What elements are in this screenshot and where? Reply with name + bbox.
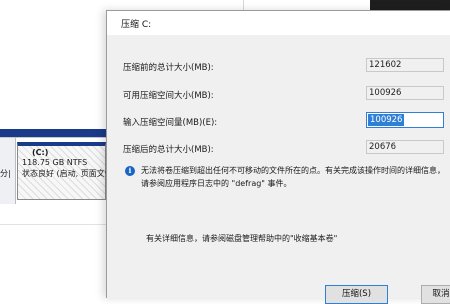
- partition-size: 118.75 GB NTFS: [22, 158, 88, 167]
- disk-row: 分| (C:) 118.75 GB NTFS 状态良好 (启动, 页面文件: [0, 137, 108, 205]
- disk-map-header: [0, 129, 106, 137]
- shrink-dialog: 压缩 C: 压缩前的总计大小(MB): 121602 可用压缩空间大小(MB):…: [106, 10, 450, 304]
- dialog-title: 压缩 C:: [121, 20, 152, 30]
- shrink-amount-input[interactable]: 100926: [366, 112, 444, 128]
- partition-name: (C:): [32, 148, 49, 157]
- available-space-label: 可用压缩空间大小(MB):: [123, 91, 214, 101]
- total-before-label: 压缩前的总计大小(MB):: [123, 63, 214, 73]
- cancel-button[interactable]: 取消: [421, 285, 450, 304]
- available-space-value: 100926: [366, 86, 444, 100]
- total-after-value: 20676: [366, 140, 444, 154]
- shrink-button[interactable]: 压缩(S): [325, 285, 388, 304]
- total-before-value: 121602: [366, 58, 444, 72]
- disk-map-empty-area: [0, 204, 106, 298]
- disk-label-box[interactable]: 分|: [0, 138, 16, 204]
- dialog-title-bar[interactable]: 压缩 C:: [107, 11, 450, 35]
- shrink-amount-label: 输入压缩空间量(MB)(E):: [123, 118, 218, 128]
- partition-status: 状态良好 (启动, 页面文件: [22, 169, 108, 178]
- shrink-amount-value: 100926: [368, 114, 405, 126]
- disk-label: 分|: [0, 169, 11, 178]
- total-after-label: 压缩后的总计大小(MB):: [123, 145, 214, 155]
- info-message: 无法将卷压缩到超出任何不可移动的文件所在的点。有关完成该操作时间的详细信息，请参…: [141, 166, 445, 188]
- help-message: 有关详细信息，请参阅磁盘管理帮助中的"收缩基本卷": [146, 234, 338, 243]
- info-icon: i: [125, 166, 135, 176]
- partition-c[interactable]: (C:) 118.75 GB NTFS 状态良好 (启动, 页面文件: [17, 142, 108, 200]
- disk-list-area: [0, 0, 106, 129]
- divider: [0, 224, 106, 225]
- dialog-body: 压缩前的总计大小(MB): 121602 可用压缩空间大小(MB): 10092…: [107, 35, 450, 304]
